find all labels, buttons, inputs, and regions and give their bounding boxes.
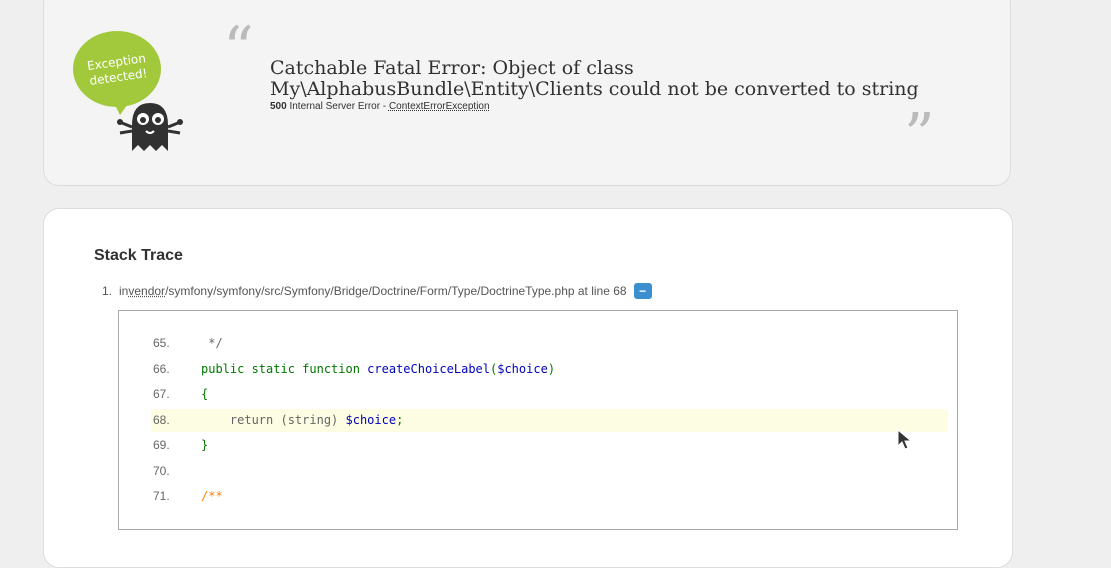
stack-trace-title: Stack Trace xyxy=(94,247,183,264)
code-source: } xyxy=(201,434,208,457)
status-text: Internal Server Error - xyxy=(289,101,389,112)
trace-item: 1. in vendor/symfony/symfony/src/Symfony… xyxy=(102,283,652,299)
code-token: /** xyxy=(201,489,223,503)
code-token: */ xyxy=(201,336,223,350)
trace-item-prefix: in xyxy=(119,284,129,298)
open-quote-icon: “ xyxy=(223,14,254,84)
line-number: 68. xyxy=(153,412,170,427)
mouse-cursor-icon xyxy=(897,429,913,450)
exception-status-line: 500 Internal Server Error - ContextError… xyxy=(270,101,490,112)
code-token: $choice xyxy=(497,361,548,376)
exception-message: Catchable Fatal Error: Object of class M… xyxy=(270,57,919,100)
line-number: 71. xyxy=(153,489,170,503)
code-source: /** xyxy=(201,485,223,508)
vendor-abbr[interactable]: vendor xyxy=(128,284,165,298)
line-number: 67. xyxy=(153,387,170,401)
line-number: 69. xyxy=(153,438,170,452)
exception-class-link[interactable]: ContextErrorException xyxy=(389,101,490,112)
code-source: */ xyxy=(201,332,223,355)
code-line: 65. */ xyxy=(151,332,948,355)
code-line: 71. /** xyxy=(151,485,948,508)
code-line: 70. xyxy=(151,460,948,483)
code-token: } xyxy=(201,438,209,452)
code-source: return (string) $choice; xyxy=(201,409,403,432)
code-token: { xyxy=(201,387,209,401)
code-line: 69.} xyxy=(151,434,948,457)
ghost-icon xyxy=(117,103,183,151)
trace-item-path: /symfony/symfony/src/Symfony/Bridge/Doct… xyxy=(165,284,627,298)
code-token: createChoiceLabel xyxy=(367,361,490,376)
close-quote-icon: ” xyxy=(904,101,935,171)
code-source: public static function createChoiceLabel… xyxy=(201,358,555,381)
code-token: ) xyxy=(547,361,556,376)
status-code: 500 xyxy=(270,101,287,112)
code-token: return (string) xyxy=(201,412,346,427)
exception-detected-logo: Exception detected! xyxy=(73,31,183,151)
code-line-highlighted: 68. return (string) $choice; xyxy=(151,408,948,432)
line-number: 65. xyxy=(153,336,170,350)
stack-trace-panel: Stack Trace 1. in vendor/symfony/symfony… xyxy=(43,208,1013,568)
code-token: public static function xyxy=(201,361,368,376)
line-number: 70. xyxy=(153,463,170,478)
code-line: 67. { xyxy=(151,383,948,406)
line-number: 66. xyxy=(153,361,170,376)
code-token: $choice xyxy=(345,412,397,427)
code-token: ; xyxy=(396,412,404,427)
code-source: { xyxy=(201,383,208,406)
trace-item-number: 1. xyxy=(102,284,113,298)
code-line: 66. public static function createChoiceLa… xyxy=(151,358,948,381)
collapse-toggle-button[interactable]: − xyxy=(633,283,652,299)
exception-summary: Exception detected! “ Catchable Fatal Er… xyxy=(43,0,1011,186)
code-excerpt: 65. */ 66. public static function createCh… xyxy=(118,310,958,530)
